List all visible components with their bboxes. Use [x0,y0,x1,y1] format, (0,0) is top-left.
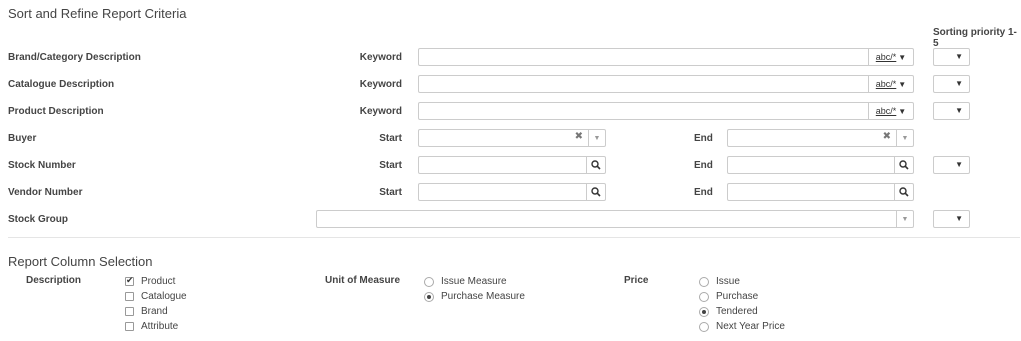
checkbox[interactable] [125,307,134,316]
stock-number-start-label: Start [379,160,402,171]
buyer-end-select[interactable]: ✖ ▼ [727,129,914,147]
brand-label: Brand/Category Description [8,52,141,63]
product-label: Product Description [8,106,104,117]
search-button[interactable] [586,184,605,200]
product-keyword-input[interactable]: abc/* ▼ [418,102,914,120]
product-sort-select[interactable]: ▼ [933,102,970,120]
chevron-down-icon: ▼ [898,79,907,89]
catalogue-keyword-label: Keyword [359,79,402,90]
stock-group-sort-select[interactable]: ▼ [933,210,970,228]
chevron-down-icon: ▼ [955,106,963,115]
chevron-down-icon: ▼ [898,52,907,62]
buyer-end-label: End [694,133,713,144]
search-icon [899,160,909,170]
stock-number-sort-select[interactable]: ▼ [933,156,970,174]
buyer-label: Buyer [8,133,37,144]
catalogue-label: Catalogue Description [8,79,115,90]
price-label: Price [624,275,649,286]
uom-label: Unit of Measure [325,275,401,286]
description-option-attribute[interactable]: Attribute [125,321,178,332]
search-icon [591,160,601,170]
price-option-tendered[interactable]: Tendered [699,306,758,317]
catalogue-keyword-input[interactable]: abc/* ▼ [418,75,914,93]
uom-option-issue[interactable]: Issue Measure [424,276,507,287]
radio[interactable] [699,276,709,287]
brand-keyword-label: Keyword [359,52,402,63]
search-button[interactable] [586,157,605,173]
chevron-down-icon: ▼ [898,106,907,116]
chevron-down-icon: ▼ [955,160,963,169]
chevron-down-icon[interactable]: ▼ [588,130,605,146]
section-divider [8,237,1020,238]
buyer-start-label: Start [379,133,402,144]
brand-sort-select[interactable]: ▼ [933,48,970,66]
product-keyword-label: Keyword [359,106,402,117]
stock-number-label: Stock Number [8,160,76,171]
description-option-brand[interactable]: Brand [125,306,168,317]
price-option-issue[interactable]: Issue [699,276,740,287]
clear-icon[interactable]: ✖ [575,131,583,142]
stock-number-start-input[interactable] [418,156,606,174]
sorting-priority-label: Sorting priority 1-5 [933,27,1017,49]
stock-number-end-input[interactable] [727,156,914,174]
search-icon [899,187,909,197]
checkbox[interactable] [125,322,134,331]
uom-option-purchase[interactable]: Purchase Measure [424,291,525,302]
stock-number-end-label: End [694,160,713,171]
price-option-purchase[interactable]: Purchase [699,291,758,302]
radio[interactable] [424,291,434,302]
description-option-product[interactable]: Product [125,275,175,287]
search-button[interactable] [894,157,913,173]
radio[interactable] [424,276,434,287]
chevron-down-icon: ▼ [955,52,963,61]
criteria-title: Sort and Refine Report Criteria [8,6,187,21]
radio[interactable] [699,306,709,317]
brand-keyword-input[interactable]: abc/* ▼ [418,48,914,66]
catalogue-match-mode-dropdown[interactable]: abc/* ▼ [868,76,913,92]
vendor-number-start-input[interactable] [418,183,606,201]
buyer-start-select[interactable]: ✖ ▼ [418,129,606,147]
clear-icon[interactable]: ✖ [883,131,891,142]
description-label: Description [26,275,82,286]
radio[interactable] [699,321,709,332]
stock-group-select[interactable]: ▼ [316,210,914,228]
chevron-down-icon[interactable]: ▼ [896,130,913,146]
brand-match-mode-dropdown[interactable]: abc/* ▼ [868,49,913,65]
price-option-next-year[interactable]: Next Year Price [699,321,785,332]
vendor-number-end-label: End [694,187,713,198]
chevron-down-icon: ▼ [955,214,963,223]
checkbox[interactable] [125,275,134,286]
chevron-down-icon[interactable]: ▼ [896,211,913,227]
search-icon [591,187,601,197]
checkbox[interactable] [125,292,134,301]
search-button[interactable] [894,184,913,200]
product-match-mode-dropdown[interactable]: abc/* ▼ [868,103,913,119]
description-option-catalogue[interactable]: Catalogue [125,291,187,302]
column-selection-title: Report Column Selection [8,254,153,269]
catalogue-sort-select[interactable]: ▼ [933,75,970,93]
radio[interactable] [699,291,709,302]
stock-group-label: Stock Group [8,214,69,225]
vendor-number-end-input[interactable] [727,183,914,201]
vendor-number-start-label: Start [379,187,402,198]
chevron-down-icon: ▼ [955,79,963,88]
vendor-number-label: Vendor Number [8,187,83,198]
